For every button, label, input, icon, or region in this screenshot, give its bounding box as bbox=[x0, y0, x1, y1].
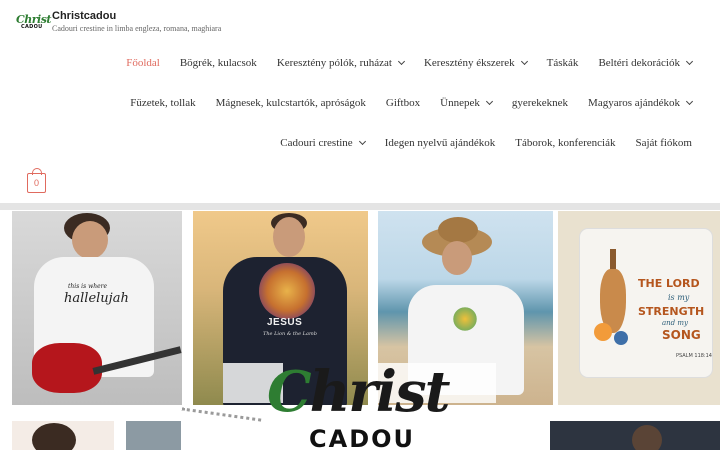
nav-item-fuzetek-tollak[interactable]: Füzetek, tollak bbox=[130, 97, 195, 109]
site-branding[interactable]: Christ CADOU Christcadou Cadouri crestin… bbox=[16, 9, 221, 35]
site-logo-bottom: CADOU bbox=[21, 24, 43, 30]
pillow-text-is-my: is my bbox=[668, 293, 690, 302]
chevron-down-icon[interactable] bbox=[520, 57, 528, 65]
nav-item-label: Magyaros ajándékok bbox=[588, 97, 680, 109]
sunflower-print-shape bbox=[450, 307, 480, 331]
nav-item-label: Táskák bbox=[546, 57, 579, 69]
nav-item-bogrek-kulacsok[interactable]: Bögrék, kulacsok bbox=[180, 57, 257, 69]
main-nav-row-3: Cadouri crestine Idegen nyelvű ajándékok T… bbox=[260, 137, 692, 149]
nav-item-magyaros-ajandekok[interactable]: Magyaros ajándékok bbox=[588, 97, 694, 109]
hero-logo-cadou: CADOU bbox=[309, 425, 415, 450]
nav-item-label: Saját fiókom bbox=[635, 137, 692, 149]
chain-decoration bbox=[180, 407, 262, 429]
nav-item-giftbox[interactable]: Giftbox bbox=[386, 97, 420, 109]
nav-item-label: gyerekeknek bbox=[511, 97, 569, 109]
nav-item-sajat-fiokom[interactable]: Saját fiókom bbox=[635, 137, 692, 149]
nav-item-kereszteny-ekszerek[interactable]: Keresztény ékszerek bbox=[423, 57, 528, 69]
nav-item-taskak[interactable]: Táskák bbox=[547, 57, 579, 69]
nav-item-label: Táborok, konferenciák bbox=[515, 137, 616, 149]
main-nav-row-2: Füzetek, tollak Mágnesek, kulcstartók, ap… bbox=[110, 97, 694, 109]
product-image-strength-pillow[interactable]: THE LORD is my STRENGTH and my SONG PSAL… bbox=[558, 211, 720, 405]
nav-item-magnesek-kulcstartok-aprosagok[interactable]: Mágnesek, kulcstartók, apróságok bbox=[216, 97, 366, 109]
chevron-down-icon[interactable] bbox=[485, 97, 493, 105]
nav-item-label: Főoldal bbox=[126, 57, 160, 69]
flower-shape bbox=[614, 331, 628, 345]
main-nav-row-1: Főoldal Bögrék, kulacsok Keresztény pólók,… bbox=[106, 57, 694, 69]
shirt-print-hallelujah: hallelujah bbox=[64, 291, 129, 306]
hat-crown-shape bbox=[438, 217, 478, 243]
nav-item-unnepek[interactable]: Ünnepek bbox=[440, 97, 493, 109]
chevron-down-icon[interactable] bbox=[685, 97, 694, 105]
face-shape bbox=[72, 221, 108, 259]
pillow-text-and-my: and my bbox=[662, 319, 688, 327]
hero-logo-overlay: Christ CADOU bbox=[180, 363, 497, 450]
nav-item-gyerekeknek[interactable]: gyerekeknek bbox=[512, 97, 568, 109]
nav-item-label: Bögrék, kulacsok bbox=[179, 57, 257, 69]
nav-item-fooldal[interactable]: Főoldal bbox=[126, 57, 160, 69]
sweatshirt-print-small: The Lion & the Lamb bbox=[263, 331, 317, 337]
product-image-bottom-2[interactable] bbox=[126, 421, 181, 450]
pillow-text-strength: STRENGTH bbox=[638, 305, 705, 318]
cart-button[interactable]: 0 bbox=[27, 168, 46, 193]
nav-item-idegen-nyelvu-ajandekok[interactable]: Idegen nyelvű ajándékok bbox=[385, 137, 496, 149]
nav-item-label: Idegen nyelvű ajándékok bbox=[384, 137, 496, 149]
flower-shape bbox=[594, 323, 612, 341]
chevron-down-icon[interactable] bbox=[358, 137, 366, 145]
nav-item-belteri-dekoraciok[interactable]: Beltéri dekorációk bbox=[598, 57, 694, 69]
nav-item-label: Beltéri dekorációk bbox=[598, 57, 680, 69]
nav-item-label: Giftbox bbox=[385, 97, 421, 109]
hero-logo-c: C bbox=[267, 359, 312, 425]
chevron-down-icon[interactable] bbox=[397, 57, 406, 65]
nav-item-label: Füzetek, tollak bbox=[130, 97, 196, 109]
lion-print-shape bbox=[259, 263, 315, 319]
nav-item-label: Keresztény ékszerek bbox=[423, 57, 515, 69]
hero-logo-hrist: hrist bbox=[309, 359, 451, 425]
site-title[interactable]: Christcadou bbox=[52, 9, 221, 23]
nav-item-label: Keresztény pólók, ruházat bbox=[276, 57, 392, 69]
hero-logo-christ: Christ bbox=[267, 363, 450, 421]
product-image-hallelujah-tshirt[interactable]: this is where hallelujah bbox=[12, 211, 182, 405]
nav-item-taborok-konferenciak[interactable]: Táborok, konferenciák bbox=[515, 137, 615, 149]
nav-item-label: Mágnesek, kulcstartók, apróságok bbox=[215, 97, 366, 109]
nav-item-cadouri-crestine[interactable]: Cadouri crestine bbox=[280, 137, 366, 149]
cart-count: 0 bbox=[33, 178, 39, 188]
product-image-bottom-1[interactable] bbox=[12, 421, 114, 450]
pillow-text-song: SONG bbox=[662, 328, 701, 342]
hair-shape bbox=[632, 425, 662, 450]
hair-shape bbox=[32, 423, 76, 450]
nav-item-label: Ünnepek bbox=[440, 97, 480, 109]
nav-item-label: Cadouri crestine bbox=[280, 137, 353, 149]
shirt-print-small: this is where bbox=[68, 283, 108, 290]
pillow-verse: PSALM 118:14 bbox=[676, 353, 712, 359]
site-tagline: Cadouri crestine in limba engleza, roman… bbox=[52, 24, 222, 33]
nav-item-kereszteny-polok-ruhazat[interactable]: Keresztény pólók, ruházat bbox=[276, 57, 406, 69]
pillow-text-the-lord: THE LORD bbox=[638, 277, 700, 290]
chevron-down-icon[interactable] bbox=[685, 57, 694, 65]
product-image-bottom-3[interactable] bbox=[550, 421, 720, 450]
header-divider bbox=[0, 203, 720, 210]
site-header: Christ CADOU Christcadou Cadouri crestin… bbox=[0, 0, 720, 203]
site-logo[interactable]: Christ CADOU bbox=[16, 13, 52, 35]
sweatshirt-print-jesus: JESUS bbox=[267, 317, 303, 328]
face-shape bbox=[442, 241, 472, 275]
face-shape bbox=[273, 217, 305, 257]
